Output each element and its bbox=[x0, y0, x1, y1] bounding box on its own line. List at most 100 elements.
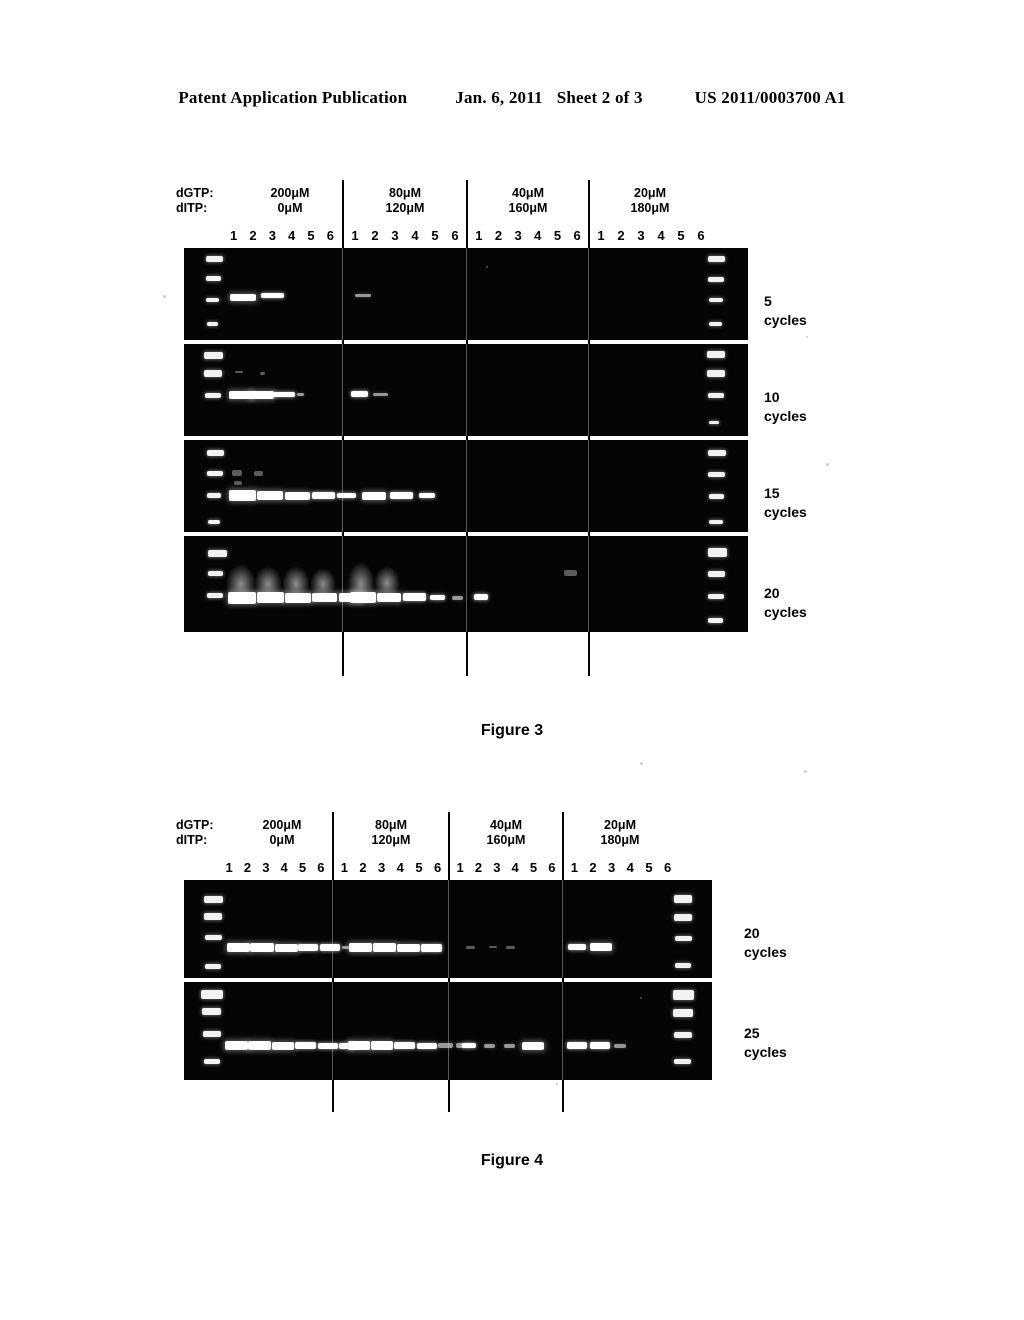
ladder-band bbox=[709, 520, 723, 524]
ladder-band bbox=[208, 550, 227, 557]
gel-band bbox=[474, 594, 488, 600]
lane-group-1: 1 2 3 4 5 6 bbox=[224, 228, 340, 243]
lane-label: 2 bbox=[474, 860, 483, 875]
ladder-band bbox=[709, 298, 723, 302]
lane-label: 2 bbox=[249, 228, 257, 243]
lane-label: 1 bbox=[225, 860, 233, 875]
ladder-band bbox=[207, 493, 221, 498]
ladder-band bbox=[708, 450, 726, 456]
lane-label: 4 bbox=[396, 860, 404, 875]
ladder-band bbox=[207, 593, 223, 598]
ladder-band bbox=[208, 571, 223, 576]
lane-label: 1 bbox=[230, 228, 238, 243]
ladder-band bbox=[204, 352, 223, 359]
lane-label: 6 bbox=[663, 860, 672, 875]
lane-group-4: 1 2 3 4 5 6 bbox=[591, 228, 711, 243]
gel-band bbox=[590, 943, 612, 951]
sheet-number: Sheet 2 of 3 bbox=[556, 88, 643, 107]
gel-band bbox=[250, 943, 274, 952]
condition-3-dgtp: 40μM bbox=[512, 186, 544, 200]
gel-band bbox=[417, 1043, 437, 1049]
condition-2-dgtp: 80μM bbox=[375, 818, 407, 832]
ladder-band bbox=[675, 963, 691, 968]
lane-label: 4 bbox=[534, 228, 542, 243]
cycle-label-f4-25: 25 cycles bbox=[744, 1025, 787, 1060]
ladder-band bbox=[707, 370, 725, 377]
lane-label: 6 bbox=[451, 228, 459, 243]
cycle-label-10: 10 cycles bbox=[764, 389, 807, 424]
gel-band bbox=[377, 593, 401, 602]
gel-band bbox=[506, 946, 515, 949]
lane-label: 6 bbox=[697, 228, 705, 243]
publication-header: Patent Application Publication Jan. 6, 2… bbox=[0, 88, 1024, 108]
lane-label: 3 bbox=[637, 228, 645, 243]
condition-block-2: 80μM 120μM bbox=[334, 818, 448, 848]
gel-band bbox=[466, 946, 475, 949]
gel-band bbox=[349, 943, 372, 952]
lane-label: 6 bbox=[433, 860, 442, 875]
lane-label: 6 bbox=[573, 228, 581, 243]
ladder-band bbox=[206, 276, 221, 281]
lane-label: 5 bbox=[529, 860, 538, 875]
lane-label: 3 bbox=[493, 860, 501, 875]
patent-number: US 2011/0003700 A1 bbox=[694, 88, 846, 107]
ladder-band bbox=[674, 895, 692, 903]
gel-band bbox=[230, 294, 256, 301]
gel-band bbox=[261, 293, 284, 298]
condition-4-ditp: 180μM bbox=[600, 833, 640, 847]
condition-1-dgtp: 200μM bbox=[262, 818, 302, 832]
condition-1-ditp: 0μM bbox=[277, 201, 303, 215]
gel-band bbox=[590, 1042, 610, 1049]
ladder-band bbox=[205, 393, 221, 398]
lane-label: 5 bbox=[298, 860, 307, 875]
reagent-labels: dGTP: dITP: bbox=[176, 186, 214, 216]
gel-panel-15-cycles bbox=[184, 440, 748, 532]
figure-3-caption: Figure 3 bbox=[480, 722, 544, 739]
gel-band bbox=[504, 1044, 515, 1048]
gel-band bbox=[250, 391, 274, 399]
ladder-band bbox=[708, 548, 727, 557]
lane-label: 1 bbox=[475, 228, 483, 243]
gel-band bbox=[362, 492, 386, 500]
ladder-band bbox=[708, 594, 724, 599]
ladder-band bbox=[202, 1008, 221, 1015]
publication-date: Jan. 6, 2011 bbox=[455, 88, 543, 107]
ladder-band bbox=[708, 571, 725, 577]
gel-panel-f4-25-cycles bbox=[184, 982, 712, 1080]
lane-group-4: 1 2 3 4 5 6 bbox=[565, 860, 677, 875]
condition-1-dgtp: 200μM bbox=[270, 186, 310, 200]
gel-band bbox=[295, 1042, 316, 1049]
lane-label: 4 bbox=[657, 228, 665, 243]
ladder-band bbox=[675, 936, 692, 941]
gel-band bbox=[342, 946, 349, 949]
concentration-header: dGTP: dITP: 200μM 0μM 80μM 120μM 40μM 16… bbox=[176, 812, 712, 858]
condition-block-1: 200μM 0μM bbox=[234, 818, 330, 848]
ladder-band bbox=[206, 298, 219, 302]
gel-band bbox=[421, 944, 442, 952]
gel-band bbox=[462, 1043, 476, 1048]
patent-page: Patent Application Publication Jan. 6, 2… bbox=[0, 0, 1024, 1320]
gel-band bbox=[373, 393, 388, 396]
ditp-label: dITP: bbox=[176, 201, 208, 215]
lane-group-2: 1 2 3 4 5 6 bbox=[335, 860, 447, 875]
lane-label: 2 bbox=[359, 860, 367, 875]
lane-label: 3 bbox=[378, 860, 386, 875]
concentration-header: dGTP: dITP: 200μM 0μM 80μM 120μM 40μM 16… bbox=[176, 180, 748, 226]
lane-label: 1 bbox=[351, 228, 359, 243]
lane-label: 4 bbox=[280, 860, 288, 875]
gel-band bbox=[275, 944, 298, 952]
lane-label: 4 bbox=[288, 228, 296, 243]
lane-label: 3 bbox=[268, 228, 276, 243]
ladder-band bbox=[204, 1059, 220, 1064]
gel-band bbox=[373, 943, 396, 952]
lane-label: 5 bbox=[307, 228, 315, 243]
dgtp-label: dGTP: bbox=[176, 818, 214, 832]
gel-band bbox=[403, 593, 426, 601]
gel-panel-f4-20-cycles bbox=[184, 880, 712, 978]
lane-label: 2 bbox=[371, 228, 379, 243]
lane-group-1: 1 2 3 4 5 6 bbox=[220, 860, 330, 875]
gel-band bbox=[390, 492, 413, 499]
condition-block-1: 200μM 0μM bbox=[240, 186, 340, 216]
gel-band bbox=[564, 570, 577, 576]
gel-band bbox=[248, 1041, 271, 1050]
